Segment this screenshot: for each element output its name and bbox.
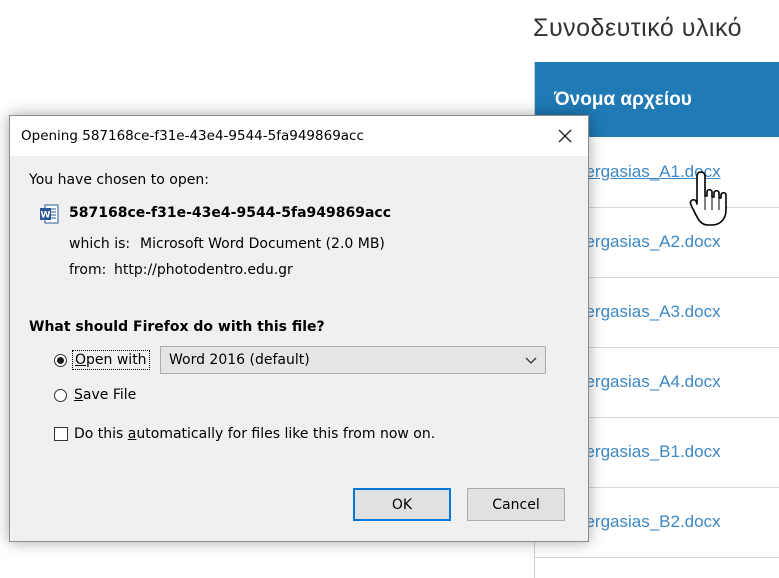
radio-selected-dot: [57, 357, 64, 364]
dialog-titlebar: Opening 587168ce-f31e-43e4-9544-5fa94986…: [10, 116, 588, 156]
open-with-radio[interactable]: [54, 354, 67, 367]
open-with-label[interactable]: Open with: [72, 350, 150, 370]
cancel-button[interactable]: Cancel: [467, 488, 565, 521]
ok-button[interactable]: OK: [353, 488, 451, 521]
open-file-dialog: Opening 587168ce-f31e-43e4-9544-5fa94986…: [9, 115, 589, 542]
chevron-down-icon: [525, 357, 537, 364]
source-label: from:: [69, 262, 107, 278]
file-type-value: Microsoft Word Document (2.0 MB): [140, 236, 385, 252]
file-link-a2[interactable]: _ergasias_A2.docx: [576, 232, 721, 252]
source-url: http://photodentro.edu.gr: [114, 262, 293, 278]
application-select[interactable]: Word 2016 (default): [160, 346, 546, 374]
dialog-title: Opening 587168ce-f31e-43e4-9544-5fa94986…: [21, 128, 364, 144]
auto-action-label[interactable]: Do this automatically for files like thi…: [74, 426, 435, 442]
close-button[interactable]: [542, 116, 588, 156]
save-file-label[interactable]: Save File: [74, 387, 136, 403]
svg-text:W: W: [41, 211, 51, 221]
application-select-value: Word 2016 (default): [169, 352, 310, 368]
chosen-label: You have chosen to open:: [29, 172, 209, 188]
page-heading: Συνοδευτικό υλικό: [533, 14, 743, 42]
file-name: 587168ce-f31e-43e4-9544-5fa949869acc: [69, 205, 392, 221]
word-document-icon: W: [40, 204, 59, 224]
save-file-radio[interactable]: [54, 389, 67, 402]
file-link-a3[interactable]: _ergasias_A3.docx: [576, 302, 721, 322]
auto-action-checkbox[interactable]: [54, 427, 68, 441]
hand-pointer-icon: [689, 171, 727, 226]
close-icon: [558, 129, 572, 143]
file-link-b1[interactable]: _ergasias_B1.docx: [576, 442, 721, 462]
file-type-label: which is:: [69, 236, 131, 252]
file-link-b2[interactable]: _ergasias_B2.docx: [576, 512, 721, 532]
action-question: What should Firefox do with this file?: [29, 319, 325, 335]
file-link-a4[interactable]: _ergasias_A4.docx: [576, 372, 721, 392]
